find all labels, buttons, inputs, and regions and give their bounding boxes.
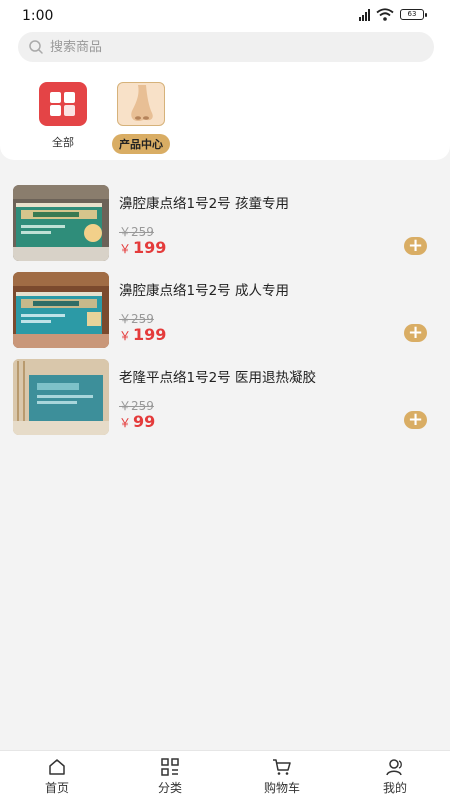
add-to-cart-button[interactable]: + <box>404 237 427 255</box>
status-icons: 63 <box>359 8 427 21</box>
grid-icon <box>39 82 87 126</box>
search-input[interactable] <box>50 32 420 62</box>
product-name: 老隆平点络1号2号 医用退热凝胶 <box>119 370 316 386</box>
tab-mine[interactable]: 我的 <box>355 758 435 796</box>
product-price: ￥ 99 <box>119 412 156 431</box>
signal-icon <box>359 8 370 21</box>
product-list: 濞腔康点络1号2号 孩童专用 ￥259 ￥ 199 + 濞腔康点络1号2号 成人专… <box>0 170 450 435</box>
battery-icon: 63 <box>400 9 427 20</box>
category-all[interactable]: 全部 <box>31 82 95 150</box>
wifi-icon <box>376 8 394 21</box>
bottom-tab-bar: 首页 分类 购物车 我的 <box>0 750 450 800</box>
search-bar[interactable] <box>18 32 434 62</box>
product-price: ￥ 199 <box>119 325 167 344</box>
category-icon <box>161 758 179 776</box>
tab-label: 我的 <box>382 781 407 795</box>
tab-cart[interactable]: 购物车 <box>242 758 322 796</box>
product-item[interactable]: 濞腔康点络1号2号 孩童专用 ￥259 ￥ 199 + <box>0 170 450 261</box>
user-icon <box>386 759 402 776</box>
category-label: 全部 <box>52 136 74 149</box>
category-product-center[interactable]: 产品中心 <box>109 82 173 154</box>
product-name: 濞腔康点络1号2号 孩童专用 <box>119 196 289 212</box>
search-icon <box>29 40 43 54</box>
tab-home[interactable]: 首页 <box>17 758 97 796</box>
product-item[interactable]: 老隆平点络1号2号 医用退热凝胶 ￥259 ￥ 99 + <box>0 344 450 435</box>
product-item[interactable]: 濞腔康点络1号2号 成人专用 ￥259 ￥ 199 + <box>0 257 450 348</box>
product-image <box>13 272 109 348</box>
tab-category[interactable]: 分类 <box>130 758 210 796</box>
tab-label: 首页 <box>44 781 69 795</box>
category-label-active: 产品中心 <box>112 134 170 154</box>
tab-label: 分类 <box>157 781 182 795</box>
product-name: 濞腔康点络1号2号 成人专用 <box>119 283 289 299</box>
tab-label: 购物车 <box>263 781 300 795</box>
add-to-cart-button[interactable]: + <box>404 411 427 429</box>
status-time: 1:00 <box>22 8 54 24</box>
nose-icon <box>117 82 165 126</box>
product-image <box>13 359 109 435</box>
cart-icon <box>273 759 291 775</box>
status-bar: 1:00 63 <box>0 0 450 30</box>
home-icon <box>49 759 65 775</box>
product-image <box>13 185 109 261</box>
add-to-cart-button[interactable]: + <box>404 324 427 342</box>
product-price: ￥ 199 <box>119 238 167 257</box>
header-panel: 1:00 63 全部 <box>0 0 450 160</box>
